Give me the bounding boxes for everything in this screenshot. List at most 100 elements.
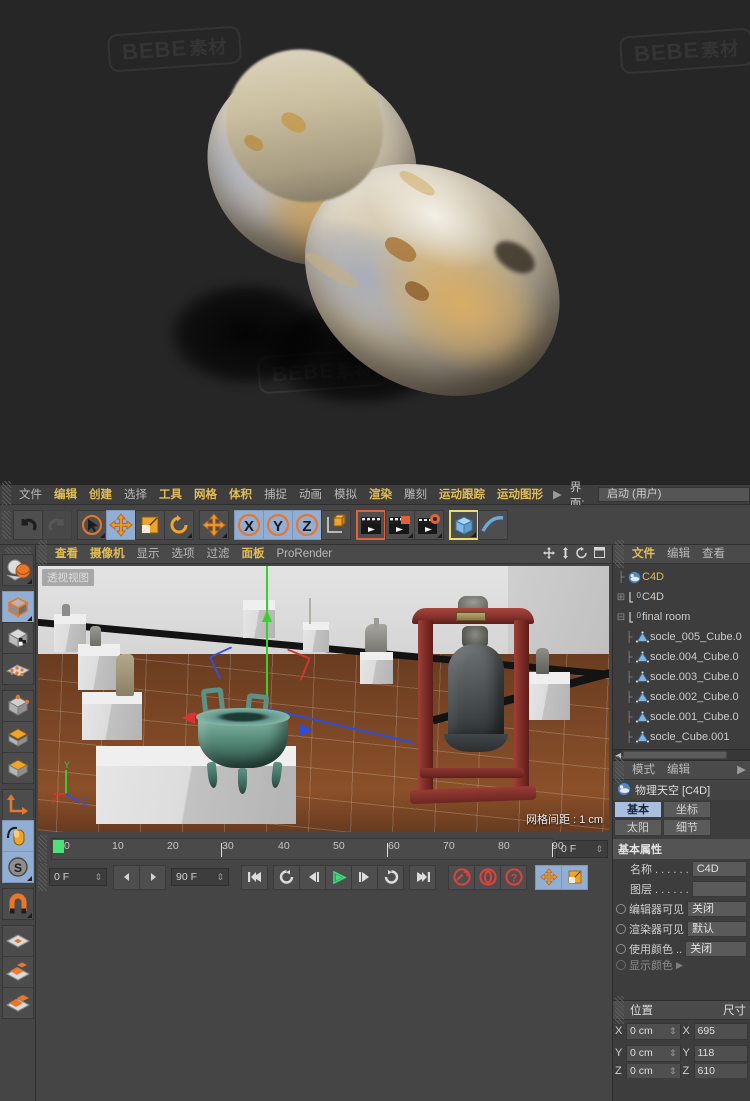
y-axis-lock-button[interactable]: Y [263,509,293,540]
chevron-right-icon[interactable]: ▶ [676,960,683,971]
playhead-marker[interactable] [53,840,64,853]
scroll-range-left-button[interactable] [113,864,140,890]
editor-visibility-dropdown[interactable]: 关闭 [687,901,747,917]
object-row-socle-002[interactable]: ├ socle.002_Cube.0 [615,687,750,707]
viewport-menu-filter[interactable]: 过滤 [201,545,236,564]
workplane-button[interactable] [1,925,34,957]
magnet-button[interactable] [1,888,34,920]
viewport-menu-camera[interactable]: 摄像机 [84,545,131,564]
menu-motion-tracker[interactable]: 运动跟踪 [433,485,491,505]
texture-mode-button[interactable] [1,622,34,654]
size-z-field[interactable]: 610 [693,1064,748,1078]
position-y-field[interactable]: 0 cm ⇕ [626,1044,681,1062]
keyframe-selection-button[interactable]: ? [500,864,527,890]
rotate-tool-button[interactable] [164,509,194,540]
polygon-edge-button[interactable] [1,721,34,753]
dolly-icon[interactable] [561,546,570,562]
interface-dropdown[interactable]: 启动 (用户) [598,487,750,502]
autokeying-button[interactable] [474,864,501,890]
object-row-socle-004[interactable]: ├ socle.004_Cube.0 [615,647,750,667]
object-menu-edit[interactable]: 编辑 [661,544,696,564]
polygon-mode-button[interactable] [1,752,34,784]
model-mode-button[interactable] [1,591,34,623]
object-manager-hscrollbar[interactable]: ◀ [613,749,750,760]
object-row-null[interactable]: ⊞ 0 C4D [615,587,750,607]
object-menu-view[interactable]: 查看 [696,544,731,564]
cube-primitive-button[interactable] [449,509,479,540]
render-visibility-dropdown[interactable]: 默认 [687,921,747,937]
soft-selection-button[interactable]: S [1,851,34,883]
object-row-final-room[interactable]: ⊟ 0 final room [615,607,750,627]
menu-tools[interactable]: 工具 [153,485,188,505]
attribute-menu-overflow[interactable]: ▶ [733,760,750,780]
z-axis-lock-button[interactable]: Z [292,509,322,540]
maximize-icon[interactable] [594,546,605,562]
render-region-button[interactable] [1,554,34,586]
render-view-button[interactable] [356,509,386,540]
move-tool-button[interactable] [106,509,136,540]
points-mode-button[interactable] [1,653,34,685]
position-z-field[interactable]: 0 cm ⇕ [626,1064,681,1078]
attribute-menu-mode[interactable]: 模式 [626,760,661,780]
start-frame-field[interactable]: 0 F ⇕ [49,868,107,886]
x-axis-lock-button[interactable]: X [234,509,264,540]
gizmo-y-arrow[interactable] [262,610,272,622]
name-field[interactable]: C4D [691,861,747,877]
menu-simulate[interactable]: 模拟 [328,485,363,505]
undo-button[interactable] [13,509,43,540]
play-button[interactable] [325,864,352,890]
position-key-button[interactable] [535,864,562,890]
radio-icon[interactable] [616,944,626,954]
spinner-icon[interactable]: ⇕ [669,1024,677,1039]
record-keyframe-button[interactable] [448,864,475,890]
axis-modify-button[interactable] [1,789,34,821]
attribute-menu-edit[interactable]: 编辑 [661,760,696,780]
workplane-lock-button[interactable] [1,987,34,1019]
object-row-socle-003[interactable]: ├ socle.003_Cube.0 [615,667,750,687]
menu-select[interactable]: 选择 [118,485,153,505]
go-to-end-button[interactable] [409,864,436,890]
world-axis-button[interactable] [199,509,229,540]
menu-edit[interactable]: 编辑 [48,485,83,505]
size-x-field[interactable]: 695 [693,1022,748,1040]
timeline-ruler[interactable]: 0 10 20 30 40 50 60 70 80 90 [51,838,564,860]
viewport-menu-display[interactable]: 显示 [131,545,166,564]
step-forward-button[interactable] [351,864,378,890]
attribute-grip[interactable] [615,756,624,784]
layer-field[interactable] [691,881,747,897]
scrollbar-thumb[interactable] [623,751,728,759]
orbit-icon[interactable] [576,546,588,562]
gizmo-z-arrow[interactable] [300,724,313,736]
live-select-button[interactable] [77,509,107,540]
spline-pen-button[interactable] [478,509,508,540]
perspective-viewport[interactable]: 透视视图 网格间距 : 1 cm Y X Z [38,566,609,832]
controls-grip[interactable] [38,863,47,891]
size-y-field[interactable]: 118 [693,1044,748,1062]
scroll-range-right-button[interactable] [139,864,166,890]
spinner-icon[interactable]: ⇕ [669,1064,677,1078]
menu-render[interactable]: 渲染 [363,485,398,505]
workplane-offset-button[interactable] [1,956,34,988]
menu-snap[interactable]: 捕捉 [258,485,293,505]
tab-coordinates[interactable]: 坐标 [663,801,711,818]
scale-key-button[interactable] [561,864,588,890]
tree-twirl[interactable]: ├ [615,572,627,583]
tab-basic[interactable]: 基本 [614,801,662,818]
menu-animate[interactable]: 动画 [293,485,328,505]
object-menu-file[interactable]: 文件 [626,544,661,564]
spinner-icon[interactable]: ⇕ [595,841,603,857]
object-row-socle-001[interactable]: ├ socle.001_Cube.0 [615,707,750,727]
spinner-icon[interactable]: ⇕ [669,1046,677,1061]
object-axis-button[interactable] [321,509,351,540]
radio-icon[interactable] [616,960,626,970]
object-row-sky[interactable]: ├ C4D [615,567,750,587]
position-x-field[interactable]: 0 cm ⇕ [626,1022,681,1040]
coordinate-grip[interactable] [615,996,624,1024]
viewport-menu-prorender[interactable]: ProRender [271,545,339,564]
menu-mesh[interactable]: 网格 [188,485,223,505]
radio-icon[interactable] [616,904,626,914]
viewport-solo-button[interactable] [1,820,34,852]
tab-sun[interactable]: 太阳 [614,819,662,836]
menu-create[interactable]: 创建 [83,485,118,505]
menu-overflow-arrow[interactable]: ▶ [549,485,566,505]
